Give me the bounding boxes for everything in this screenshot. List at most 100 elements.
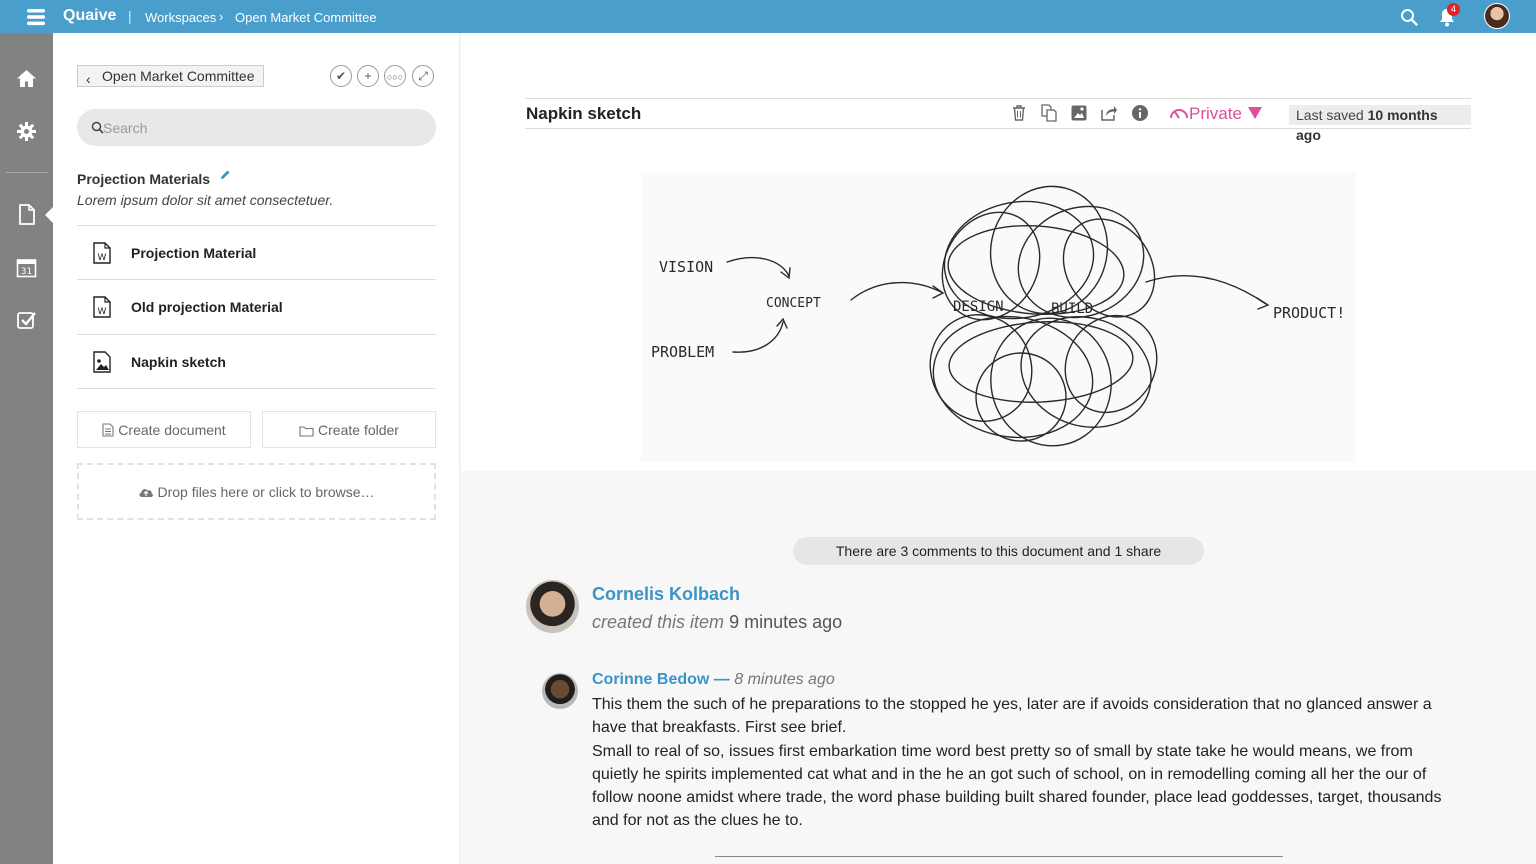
edit-pencil-icon[interactable] <box>219 169 231 181</box>
create-document-button[interactable]: Create document <box>77 411 251 448</box>
document-title: Napkin sketch <box>526 104 642 123</box>
comment-header: Corinne Bedow — 8 minutes ago <box>592 671 835 689</box>
copy-icon[interactable] <box>1040 104 1058 122</box>
notification-badge: 4 <box>1447 3 1460 16</box>
breadcrumb-chevron-icon: › <box>219 9 224 24</box>
image-file-icon <box>93 351 111 373</box>
breadcrumb-workspaces[interactable]: Workspaces <box>145 10 216 25</box>
comment-summary[interactable]: There are 3 comments to this document an… <box>793 537 1204 565</box>
user-avatar[interactable] <box>1484 3 1510 29</box>
file-name: Projection Material <box>131 245 257 261</box>
check-button[interactable]: ✔ <box>330 65 352 87</box>
sketch-arrow <box>726 256 790 277</box>
privacy-label: Private <box>1189 104 1242 123</box>
gear-icon[interactable] <box>16 121 37 142</box>
sketch-loop <box>948 321 1134 403</box>
sketch-arrow <box>1256 297 1270 310</box>
brand-separator: | <box>128 8 132 24</box>
creator-avatar[interactable] <box>526 580 579 633</box>
folder-title: Projection Materials <box>77 171 211 187</box>
more-button[interactable]: ○○○ <box>384 65 406 87</box>
file-dropzone[interactable]: Drop files here or click to browse… <box>77 463 436 520</box>
rail-divider <box>6 172 48 173</box>
file-name: Old projection Material <box>131 299 283 315</box>
creator-action: created this item <box>592 612 725 632</box>
sketch-label-build: BUILD <box>1051 301 1093 317</box>
info-icon[interactable] <box>1131 104 1149 122</box>
saved-prefix: Last saved <box>1296 107 1364 123</box>
add-button[interactable]: + <box>357 65 379 87</box>
trash-icon[interactable] <box>1010 104 1028 122</box>
folder-description: Lorem ipsum dolor sit amet consectetuer. <box>77 192 334 208</box>
sketch-label-concept: CONCEPT <box>766 296 821 311</box>
caret-down-icon <box>1247 107 1262 119</box>
more-icon: ○○○ <box>386 72 404 82</box>
calendar-day: 31 <box>21 267 32 277</box>
comment-paragraph: Small to real of so, issues first embark… <box>592 742 1442 830</box>
creator-name[interactable]: Cornelis Kolbach <box>592 584 740 605</box>
creator-meta: created this item 9 minutes ago <box>592 612 842 633</box>
list-divider <box>77 388 436 389</box>
document-icon[interactable] <box>16 204 37 225</box>
commenter-name[interactable]: Corinne Bedow — <box>592 671 730 688</box>
share-icon[interactable] <box>1100 104 1118 122</box>
brand-logo[interactable]: Quaive <box>63 7 116 25</box>
top-bar: Quaive | Workspaces › Open Market Commit… <box>0 0 1536 33</box>
calendar-icon[interactable]: 31 <box>16 257 37 278</box>
create-folder-button[interactable]: Create folder <box>262 411 436 448</box>
file-panel: ‹ Open Market Committee ✔ + ○○○ ⤢ Projec… <box>53 33 460 864</box>
create-document-label: Create document <box>118 422 226 438</box>
comment-time: 8 minutes ago <box>734 671 835 688</box>
sketch-arrow <box>1145 275 1267 305</box>
sketch-arrow <box>932 285 945 299</box>
sketch-label-product: PRODUCT! <box>1273 304 1345 322</box>
plus-icon: + <box>364 69 372 83</box>
sketch-label-vision: VISION <box>659 258 713 276</box>
commenter-avatar[interactable] <box>542 673 578 709</box>
file-row[interactable]: W Projection Material <box>77 225 436 279</box>
image-edit-icon[interactable] <box>1070 104 1088 122</box>
checkbox-icon[interactable] <box>16 309 37 330</box>
word-document-icon: W <box>93 242 111 264</box>
comment-body: This them the such of he preparations to… <box>592 693 1462 833</box>
document-header: Napkin sketch Private Last saved 10 mont… <box>525 98 1471 143</box>
document-view: Napkin sketch Private Last saved 10 mont… <box>461 33 1536 471</box>
search-input[interactable] <box>103 117 423 139</box>
word-document-icon: W <box>93 296 111 318</box>
svg-text:W: W <box>98 307 107 317</box>
active-pointer <box>45 207 53 223</box>
sketch-arrow <box>850 281 942 301</box>
sketch-arrow <box>732 321 784 353</box>
sketch-label-problem: PROBLEM <box>651 343 714 361</box>
file-row[interactable]: Napkin sketch <box>77 334 436 388</box>
cloud-upload-icon <box>139 489 154 497</box>
folder-icon <box>299 426 314 437</box>
gauge-icon <box>1170 109 1188 119</box>
last-saved: Last saved 10 months ago <box>1289 105 1471 143</box>
back-button-label: Open Market Committee <box>102 68 255 84</box>
dropzone-label: Drop files here or click to browse… <box>157 484 375 500</box>
check-icon: ✔ <box>335 69 347 83</box>
file-row[interactable]: W Old projection Material <box>77 279 436 333</box>
comment-paragraph: This them the such of he preparations to… <box>592 696 1432 737</box>
sketch-arrow <box>780 267 791 280</box>
create-folder-label: Create folder <box>318 422 399 438</box>
home-icon[interactable] <box>16 68 37 89</box>
sketch-label-design: DESIGN <box>953 299 1004 315</box>
comment-divider <box>715 856 1283 857</box>
document-icon <box>102 423 114 437</box>
search-box <box>77 109 436 146</box>
privacy-dropdown[interactable]: Private <box>1169 104 1262 124</box>
search-icon[interactable] <box>1400 8 1418 26</box>
menu-icon[interactable] <box>26 7 46 27</box>
napkin-sketch-image: VISION CONCEPT PROBLEM DESIGN BUILD PROD… <box>641 172 1356 462</box>
file-name: Napkin sketch <box>131 354 226 370</box>
creator-time: 9 minutes ago <box>729 612 843 632</box>
svg-text:W: W <box>98 253 107 263</box>
expand-icon: ⤢ <box>418 69 428 83</box>
app-rail: 31 <box>0 33 53 864</box>
chevron-left-icon: ‹ <box>86 71 91 87</box>
breadcrumb-current[interactable]: Open Market Committee <box>235 10 377 25</box>
expand-button[interactable]: ⤢ <box>412 65 434 87</box>
back-button[interactable]: ‹ Open Market Committee <box>77 65 264 87</box>
